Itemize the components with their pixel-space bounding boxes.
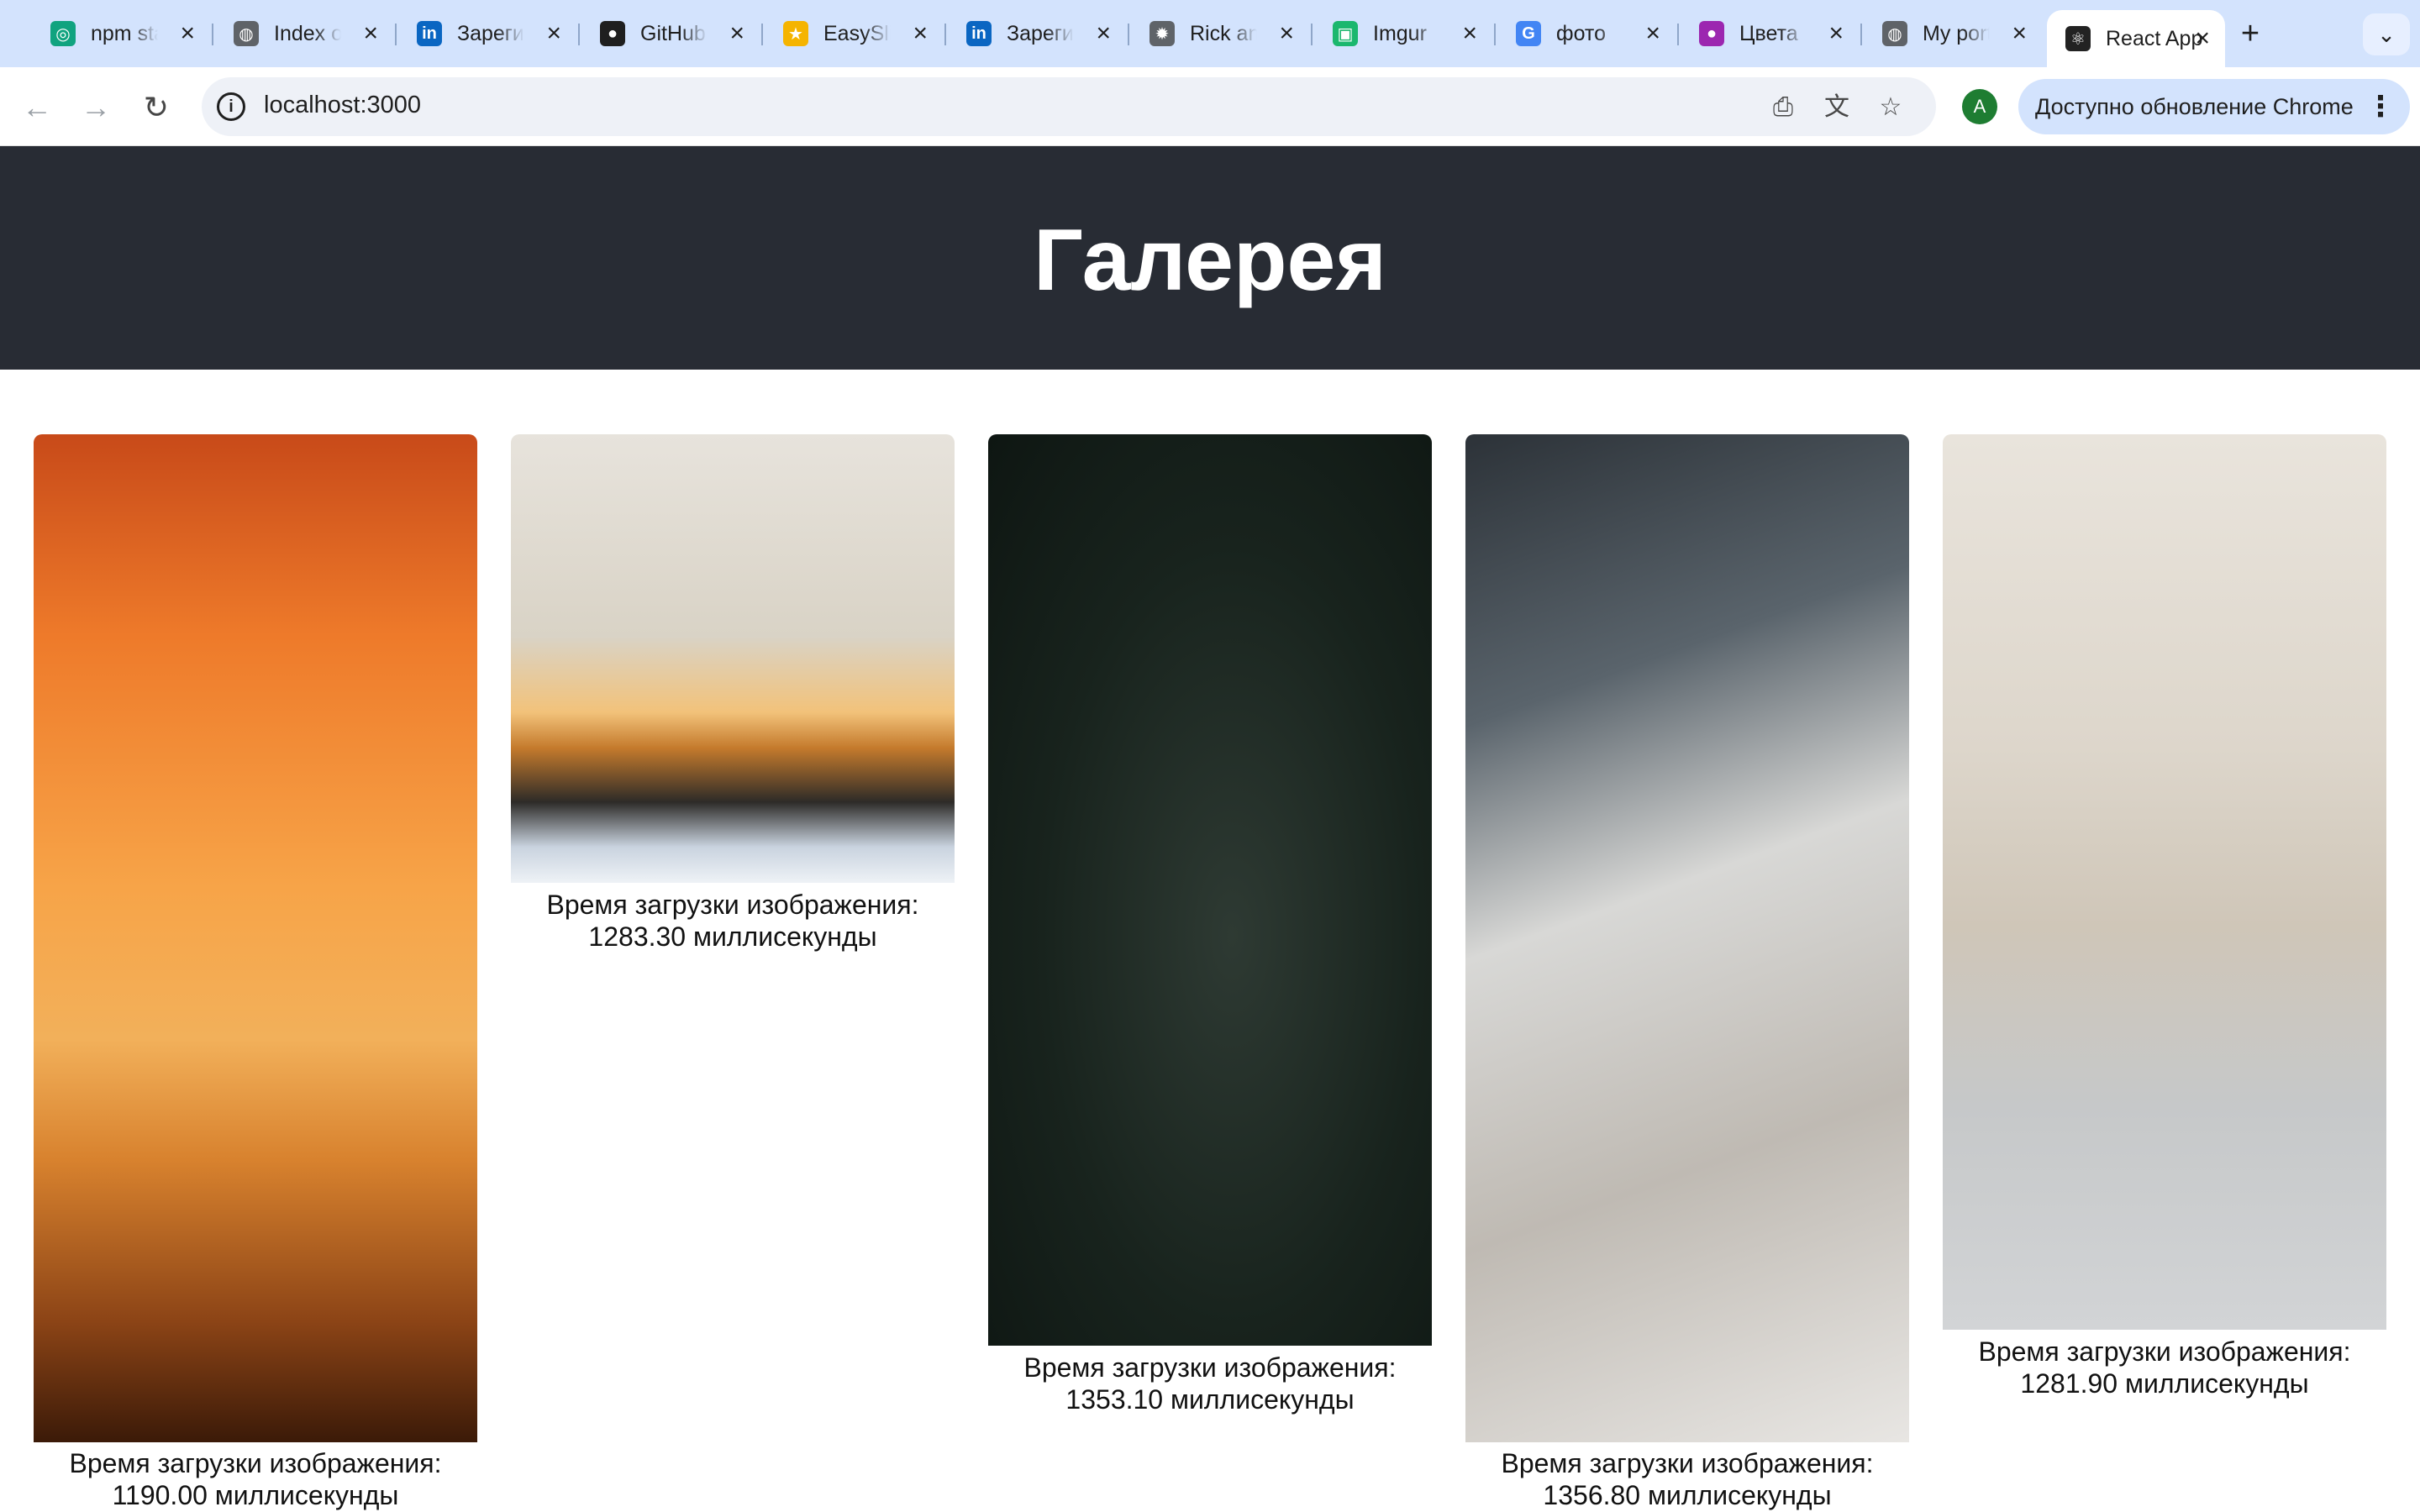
caption-prefix: Время загрузки изображения: xyxy=(1501,1448,1874,1478)
tab-title: фото xyxy=(1556,21,1606,45)
tab-title: Зарегистрироваться xyxy=(1007,21,1074,45)
woman-portrait-photo xyxy=(988,434,1432,1346)
forward-button[interactable]: → xyxy=(77,89,114,126)
tab-title: EasySlides xyxy=(823,21,891,45)
tab-7[interactable]: ▣ Imgur × xyxy=(1314,12,1492,55)
close-tab-icon[interactable]: × xyxy=(363,18,378,49)
react-icon: ⚛ xyxy=(2065,26,2091,51)
tab-title: Цвета xyxy=(1739,21,1798,45)
caption-prefix: Время загрузки изображения: xyxy=(69,1448,442,1478)
caption-prefix: Время загрузки изображения: xyxy=(1978,1336,2351,1367)
bookmark-star-icon[interactable]: ☆ xyxy=(1874,91,1907,124)
translate-icon[interactable]: 文 xyxy=(1820,91,1854,124)
close-tab-icon[interactable]: × xyxy=(180,18,195,49)
sunset-lake-photo xyxy=(34,434,477,1442)
tab-10[interactable]: ◍ My portfolio × xyxy=(1864,12,2042,55)
tab-separator xyxy=(578,24,580,45)
reload-button[interactable]: ↻ xyxy=(138,89,175,126)
tab-title: Imgur xyxy=(1373,21,1427,45)
url-text[interactable]: localhost:3000 xyxy=(264,92,421,119)
page-title: Галерея xyxy=(1033,212,1386,309)
tab-5[interactable]: in Зарегистрироваться × xyxy=(948,12,1126,55)
tab-title: GitHub xyxy=(640,21,706,45)
tab-separator xyxy=(395,24,397,45)
caption-value: 1353.10 миллисекунды xyxy=(1065,1384,1355,1415)
tab-11[interactable]: ⚛ React App × xyxy=(2047,10,2225,67)
tab-separator xyxy=(1860,24,1862,45)
load-time-caption: Время загрузки изображения: 1283.30 милл… xyxy=(511,889,955,953)
tab-strip: + ⌄ ◎ npm start × ◍ Index of × in Зарегистриров… xyxy=(0,0,2420,67)
back-button[interactable]: ← xyxy=(18,89,55,126)
tab-separator xyxy=(1128,24,1129,45)
tab-8[interactable]: Gфото × xyxy=(1497,12,1676,55)
tab-0[interactable]: ◎ npm start × xyxy=(32,12,210,55)
linkedin-icon: in xyxy=(417,21,442,46)
close-tab-icon[interactable]: × xyxy=(1279,18,1294,49)
tab-title: My portfolio xyxy=(1923,21,1990,45)
caption-value: 1283.30 миллисекунды xyxy=(588,921,877,952)
tab-separator xyxy=(1677,24,1679,45)
caption-prefix: Время загрузки изображения: xyxy=(1023,1352,1397,1383)
linkedin-icon: in xyxy=(966,21,992,46)
close-tab-icon[interactable]: × xyxy=(1828,18,1844,49)
load-time-caption: Время загрузки изображения: 1281.90 милл… xyxy=(1943,1336,2386,1399)
close-tab-icon[interactable]: × xyxy=(1645,18,1660,49)
install-app-icon[interactable]: ⎙ xyxy=(1766,91,1800,124)
close-tab-icon[interactable]: × xyxy=(2195,24,2210,54)
load-time-caption: Время загрузки изображения: 1353.10 милл… xyxy=(988,1352,1432,1415)
caption-value: 1281.90 миллисекунды xyxy=(2020,1368,2309,1399)
tab-6[interactable]: ✹ Rick and Morty × xyxy=(1131,12,1309,55)
tab-title: Зарегистрироваться xyxy=(457,21,524,45)
tab-title: React App xyxy=(2106,26,2203,50)
library-interior-photo xyxy=(1943,434,2386,1330)
imgur-icon: ▣ xyxy=(1333,21,1358,46)
color-wheel-icon: ● xyxy=(1699,21,1724,46)
tab-title: Rick and Morty xyxy=(1190,21,1257,45)
easyslides-icon: ★ xyxy=(783,21,808,46)
caption-value: 1356.80 миллисекунды xyxy=(1543,1480,1832,1510)
tab-separator xyxy=(761,24,763,45)
tab-separator xyxy=(944,24,946,45)
gear-icon: ✹ xyxy=(1150,21,1175,46)
tab-search-button[interactable]: ⌄ xyxy=(2363,13,2410,55)
chatgpt-icon: ◎ xyxy=(50,21,76,46)
tab-title: Index of xyxy=(274,21,341,45)
google-icon: G xyxy=(1516,21,1541,46)
close-tab-icon[interactable]: × xyxy=(1096,18,1111,49)
close-tab-icon[interactable]: × xyxy=(1462,18,1477,49)
tab-3[interactable]: ● GitHub × xyxy=(581,12,760,55)
caption-value: 1190.00 миллисекунды xyxy=(112,1480,399,1510)
menu-kebab-icon[interactable]: ⋮ xyxy=(2366,79,2395,134)
address-bar[interactable]: i localhost:3000 ⎙ 文 ☆ xyxy=(202,77,1936,136)
close-tab-icon[interactable]: × xyxy=(546,18,561,49)
close-tab-icon[interactable]: × xyxy=(729,18,744,49)
chrome-update-button[interactable]: Доступно обновление Chrome ⋮ xyxy=(2018,79,2410,134)
site-info-icon[interactable]: i xyxy=(217,92,245,121)
tab-1[interactable]: ◍ Index of × xyxy=(215,12,393,55)
photographer-camera-photo xyxy=(1465,434,1909,1442)
tab-9[interactable]: ● Цвета × xyxy=(1681,12,1859,55)
snowboarder-photo xyxy=(511,434,955,883)
tab-2[interactable]: in Зарегистрироваться × xyxy=(398,12,576,55)
close-tab-icon[interactable]: × xyxy=(2012,18,2027,49)
update-label: Доступно обновление Chrome xyxy=(2035,94,2354,119)
caption-prefix: Время загрузки изображения: xyxy=(546,890,919,920)
profile-avatar[interactable]: A xyxy=(1962,89,1997,124)
globe-icon: ◍ xyxy=(234,21,259,46)
globe-icon: ◍ xyxy=(1882,21,1907,46)
load-time-caption: Время загрузки изображения: 1190.00 милл… xyxy=(34,1447,477,1511)
tab-4[interactable]: ★ EasySlides × xyxy=(765,12,943,55)
close-tab-icon[interactable]: × xyxy=(913,18,928,49)
github-icon: ● xyxy=(600,21,625,46)
tab-title: npm start xyxy=(91,21,158,45)
tab-separator xyxy=(212,24,213,45)
new-tab-button[interactable]: + xyxy=(2232,15,2269,52)
tab-separator xyxy=(1311,24,1313,45)
page-header: Галерея xyxy=(0,146,2420,370)
tab-separator xyxy=(1494,24,1496,45)
load-time-caption: Время загрузки изображения: 1356.80 милл… xyxy=(1465,1447,1909,1511)
